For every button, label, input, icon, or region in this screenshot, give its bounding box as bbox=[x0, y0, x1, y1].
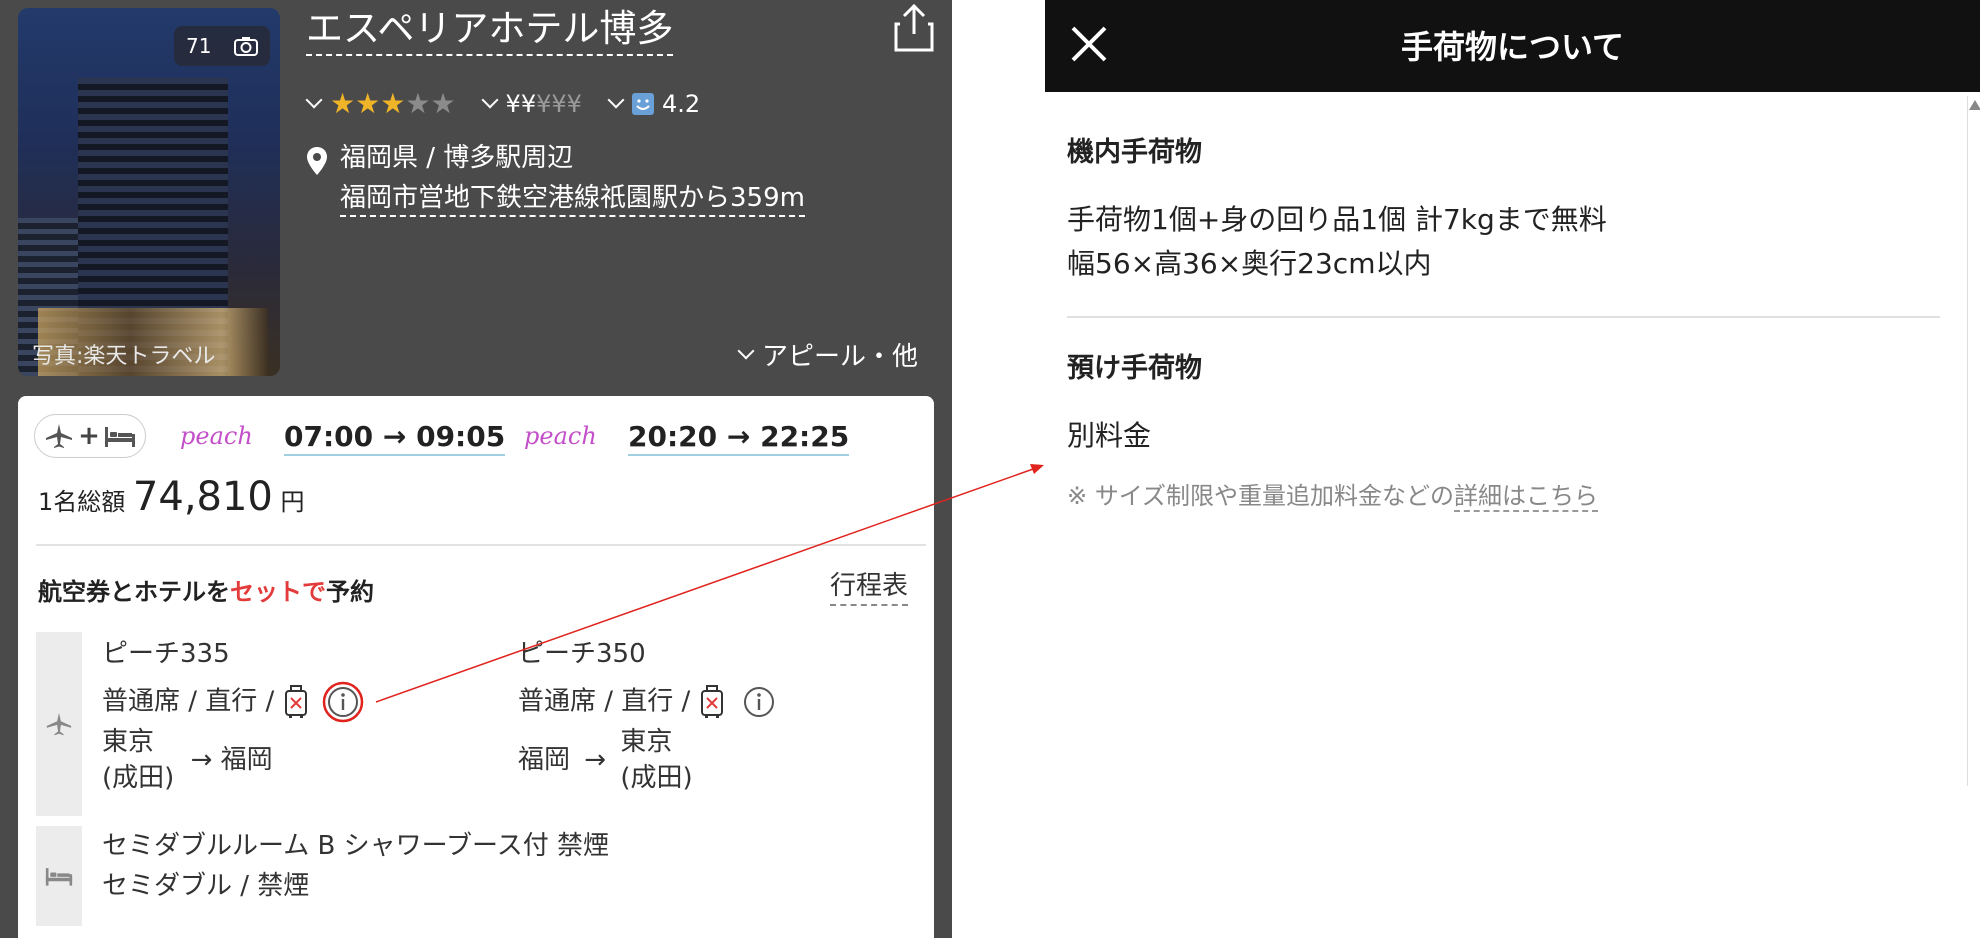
photo-count-value: 71 bbox=[186, 34, 212, 58]
details-link[interactable]: 詳細はこちら bbox=[1454, 482, 1599, 512]
yen-empty: ¥ bbox=[551, 90, 567, 118]
star-filled-icon: ★ bbox=[380, 86, 406, 120]
route-from-sub: (成田) bbox=[102, 763, 175, 793]
peach-logo-outbound: peach bbox=[180, 422, 253, 450]
room-detail: セミダブル / 禁煙 bbox=[102, 871, 310, 901]
price-level[interactable]: ¥¥¥¥¥ bbox=[481, 90, 582, 118]
route-from: 東京 bbox=[102, 727, 155, 757]
return-seat-info: 普通席 / 直行 / bbox=[518, 680, 781, 724]
location-access-link[interactable]: 福岡市営地下鉄空港線祇園駅から359m bbox=[340, 181, 805, 217]
yen-empty: ¥ bbox=[536, 90, 552, 118]
bed-icon bbox=[45, 868, 73, 886]
checked-baggage-title: 預け手荷物 bbox=[1067, 353, 1202, 384]
checked-baggage-body: 別料金 bbox=[1067, 419, 1152, 452]
yen-empty: ¥ bbox=[566, 90, 582, 118]
outbound-time-link[interactable]: 07:00 → 09:05 bbox=[284, 420, 506, 456]
bed-icon bbox=[104, 427, 135, 447]
seat-class: 普通席 / 直行 / bbox=[518, 686, 691, 717]
star-rating[interactable]: ★★★★★ bbox=[305, 86, 456, 120]
flight-hotel-pill: + bbox=[34, 414, 146, 458]
cabin-baggage-line: 幅56×高36×奥行23cm以内 bbox=[1067, 247, 1432, 280]
route-arrow: → bbox=[190, 745, 213, 775]
star-empty-icon: ★ bbox=[405, 86, 431, 120]
appeal-toggle[interactable]: アピール・他 bbox=[737, 336, 919, 373]
route-from: 福岡 bbox=[518, 745, 571, 775]
hotel-photo[interactable]: 71 写真:楽天トラベル bbox=[18, 8, 280, 376]
star-filled-icon: ★ bbox=[330, 86, 356, 120]
hotel-detail-panel: 71 写真:楽天トラベル エスペリアホテル博多 ★★★★★ ¥¥¥¥¥ 4.2 … bbox=[0, 0, 952, 938]
yen-filled: ¥ bbox=[505, 90, 521, 118]
set-title-part: 航空券とホテルを bbox=[38, 578, 230, 606]
price-level-symbols: ¥¥¥¥¥ bbox=[506, 90, 582, 118]
cabin-baggage-title: 機内手荷物 bbox=[1067, 137, 1202, 168]
plus-sign: + bbox=[78, 421, 100, 451]
price-unit: 円 bbox=[280, 488, 305, 516]
modal-title: 手荷物について bbox=[1400, 28, 1625, 66]
package-card: + peach 07:00 → 09:05 peach 20:20 → 22:2… bbox=[18, 396, 934, 938]
cabin-baggage-body: 手荷物1個+身の回り品1個 計7kgまで無料 幅56×高36×奥行23cm以内 bbox=[1067, 198, 1607, 286]
peach-logo-return: peach bbox=[524, 422, 597, 450]
appeal-label: アピール・他 bbox=[762, 342, 919, 372]
divider bbox=[36, 544, 926, 546]
route-to-sub: (成田) bbox=[620, 763, 693, 793]
airplane-icon bbox=[46, 424, 73, 448]
map-pin-icon bbox=[307, 147, 327, 175]
review-score[interactable]: 4.2 bbox=[607, 90, 701, 118]
info-icon[interactable] bbox=[321, 680, 365, 724]
scroll-up-arrow-icon[interactable] bbox=[1969, 100, 1980, 110]
review-score-value: 4.2 bbox=[661, 90, 701, 118]
baggage-not-included-icon bbox=[284, 685, 307, 718]
room-section-sidebar bbox=[36, 826, 82, 926]
scrollbar[interactable] bbox=[1967, 96, 1980, 786]
room-info: セミダブルルーム B シャワーブース付 禁煙 セミダブル / 禁煙 bbox=[102, 826, 609, 906]
smile-icon bbox=[631, 93, 654, 115]
divider bbox=[1067, 316, 1940, 318]
baggage-modal: 手荷物について 機内手荷物 手荷物1個+身の回り品1個 計7kgまで無料 幅56… bbox=[1045, 0, 1980, 938]
itinerary-link[interactable]: 行程表 bbox=[830, 568, 909, 606]
chevron-down-icon bbox=[481, 91, 499, 109]
seat-class: 普通席 / 直行 / bbox=[102, 686, 275, 717]
camera-icon bbox=[234, 37, 258, 56]
set-booking-title: 航空券とホテルをセットで予約 bbox=[38, 572, 374, 607]
route-to: 福岡 bbox=[220, 745, 273, 775]
share-icon[interactable] bbox=[890, 2, 938, 54]
outbound-route: 東京 (成田) → 福岡 bbox=[102, 724, 273, 796]
route-arrow: → bbox=[584, 745, 607, 775]
airplane-icon bbox=[46, 712, 72, 736]
price-prefix: 1名総額 bbox=[38, 488, 126, 516]
hotel-location: 福岡県 / 博多駅周辺 福岡市営地下鉄空港線祇園駅から359m bbox=[306, 138, 805, 218]
chevron-down-icon bbox=[737, 342, 755, 359]
price-value: 74,810 bbox=[132, 474, 273, 520]
note-text: ※ サイズ制限や重量追加料金などの bbox=[1067, 482, 1455, 510]
photo-count-badge[interactable]: 71 bbox=[174, 26, 270, 66]
star-empty-icon: ★ bbox=[430, 86, 456, 120]
modal-header: 手荷物について bbox=[1045, 0, 1980, 92]
photo-credit: 写真:楽天トラベル bbox=[32, 344, 216, 369]
return-flight-number: ピーチ350 bbox=[518, 639, 646, 669]
yen-filled: ¥ bbox=[520, 90, 537, 118]
baggage-note: ※ サイズ制限や重量追加料金などの詳細はこちら bbox=[1067, 476, 1599, 512]
return-route: 福岡 → 東京 (成田) bbox=[518, 724, 693, 796]
star-filled-icon: ★ bbox=[355, 86, 381, 120]
flight-section-sidebar bbox=[36, 632, 82, 816]
route-to: 東京 bbox=[620, 727, 673, 757]
room-name: セミダブルルーム B シャワーブース付 禁煙 bbox=[102, 831, 609, 861]
total-price: 1名総額 74,810 円 bbox=[38, 474, 305, 520]
info-icon[interactable] bbox=[737, 680, 781, 724]
stars: ★★★★★ bbox=[330, 86, 456, 120]
chevron-down-icon bbox=[607, 91, 625, 109]
hotel-name[interactable]: エスペリアホテル博多 bbox=[306, 6, 674, 56]
return-time-link[interactable]: 20:20 → 22:25 bbox=[628, 420, 850, 456]
outbound-flight-number: ピーチ335 bbox=[102, 639, 230, 669]
chevron-down-icon bbox=[305, 91, 323, 109]
rating-row: ★★★★★ ¥¥¥¥¥ 4.2 bbox=[305, 86, 728, 122]
set-title-part: 予約 bbox=[326, 578, 374, 606]
cabin-baggage-line: 手荷物1個+身の回り品1個 計7kgまで無料 bbox=[1067, 203, 1607, 236]
baggage-not-included-icon bbox=[700, 685, 723, 718]
location-area: 福岡県 / 博多駅周辺 bbox=[340, 143, 574, 173]
set-title-highlight: セットで bbox=[230, 578, 326, 606]
outbound-seat-info: 普通席 / 直行 / bbox=[102, 680, 365, 724]
